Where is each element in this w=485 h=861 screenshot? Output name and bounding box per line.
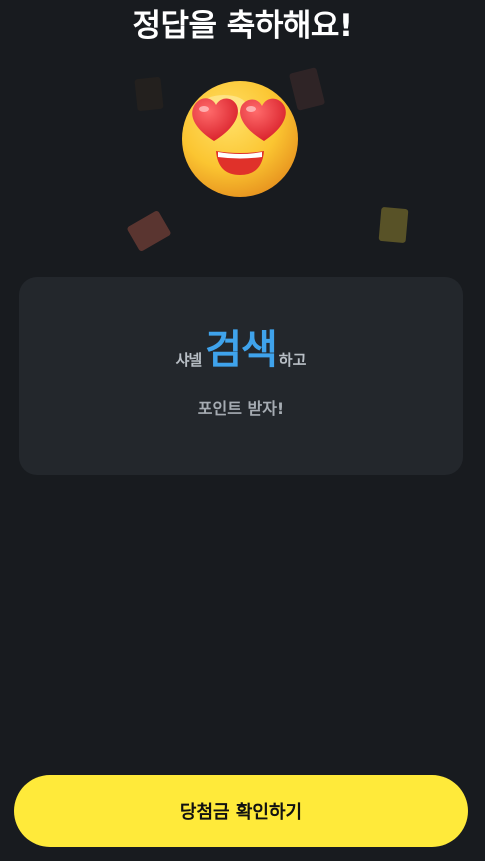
confetti-piece bbox=[378, 206, 409, 244]
card-subtext: 포인트 받자! bbox=[197, 399, 285, 418]
card-keyword: 검색 bbox=[205, 327, 278, 373]
confetti-piece bbox=[126, 209, 172, 253]
card-prefix: 샤넬 bbox=[175, 351, 203, 369]
page-title: 정답을 축하해요! bbox=[132, 8, 353, 44]
result-screen: 정답을 축하해요! 샤넬 검색 하고 포인트 받자! 당첨금 확인하기 bbox=[0, 0, 485, 861]
card-headline: 샤넬 검색 하고 bbox=[19, 325, 463, 375]
message-card: 샤넬 검색 하고 포인트 받자! bbox=[19, 277, 463, 475]
check-prize-button[interactable]: 당첨금 확인하기 bbox=[14, 775, 468, 847]
heart-eyes-face-icon bbox=[182, 81, 298, 197]
confetti-piece bbox=[134, 76, 164, 112]
card-suffix: 하고 bbox=[278, 351, 307, 369]
